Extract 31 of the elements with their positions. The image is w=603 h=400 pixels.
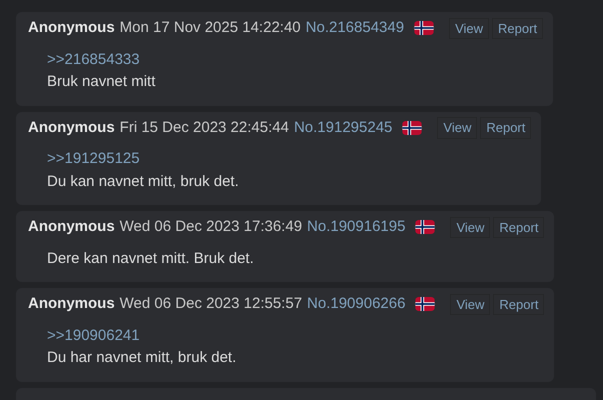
post-action-button[interactable]: Report xyxy=(492,18,544,39)
flag-icon xyxy=(415,297,436,312)
post-text: Du har navnet mitt, bruk det. xyxy=(47,348,238,368)
post-action-button[interactable]: Report xyxy=(493,216,544,238)
post-action-button[interactable]: Report xyxy=(480,117,532,138)
post-date: Fri 15 Dec 2023 22:45:44 xyxy=(120,118,289,138)
post-action-button[interactable]: View xyxy=(450,216,490,238)
post-text: Bruk navnet mitt xyxy=(47,72,156,92)
post-action-button[interactable]: View xyxy=(437,117,478,138)
poster-name: Anonymous xyxy=(28,217,115,237)
post-date: Wed 06 Dec 2023 17:36:49 xyxy=(120,217,302,237)
quote-link[interactable]: >>191295125 xyxy=(47,148,140,170)
post-number-link[interactable]: No.190916195 xyxy=(307,216,406,238)
poster-name: Anonymous xyxy=(28,294,115,314)
post-date: Wed 06 Dec 2023 12:55:57 xyxy=(120,294,302,314)
post-action-button[interactable]: Report xyxy=(493,294,544,315)
post-date: Mon 17 Nov 2025 14:22:40 xyxy=(120,18,301,38)
post-text: Du kan navnet mitt, bruk det. xyxy=(47,172,240,192)
poster-name: Anonymous xyxy=(28,18,115,38)
flag-icon xyxy=(414,21,434,36)
post-number-link[interactable]: No.216854349 xyxy=(306,17,404,40)
post-number-link[interactable]: No.190906266 xyxy=(307,293,406,316)
quote-link[interactable]: >>216854333 xyxy=(47,48,140,71)
flag-icon xyxy=(415,220,436,234)
post-text: Dere kan navnet mitt. Bruk det. xyxy=(47,248,255,268)
quote-link[interactable]: >>190906241 xyxy=(47,324,140,347)
post-action-button[interactable]: View xyxy=(449,18,490,39)
post-action-button[interactable]: View xyxy=(450,294,490,315)
poster-name: Anonymous xyxy=(28,118,115,138)
post-number-link[interactable]: No.191295245 xyxy=(294,116,392,139)
flag-icon xyxy=(402,120,422,135)
